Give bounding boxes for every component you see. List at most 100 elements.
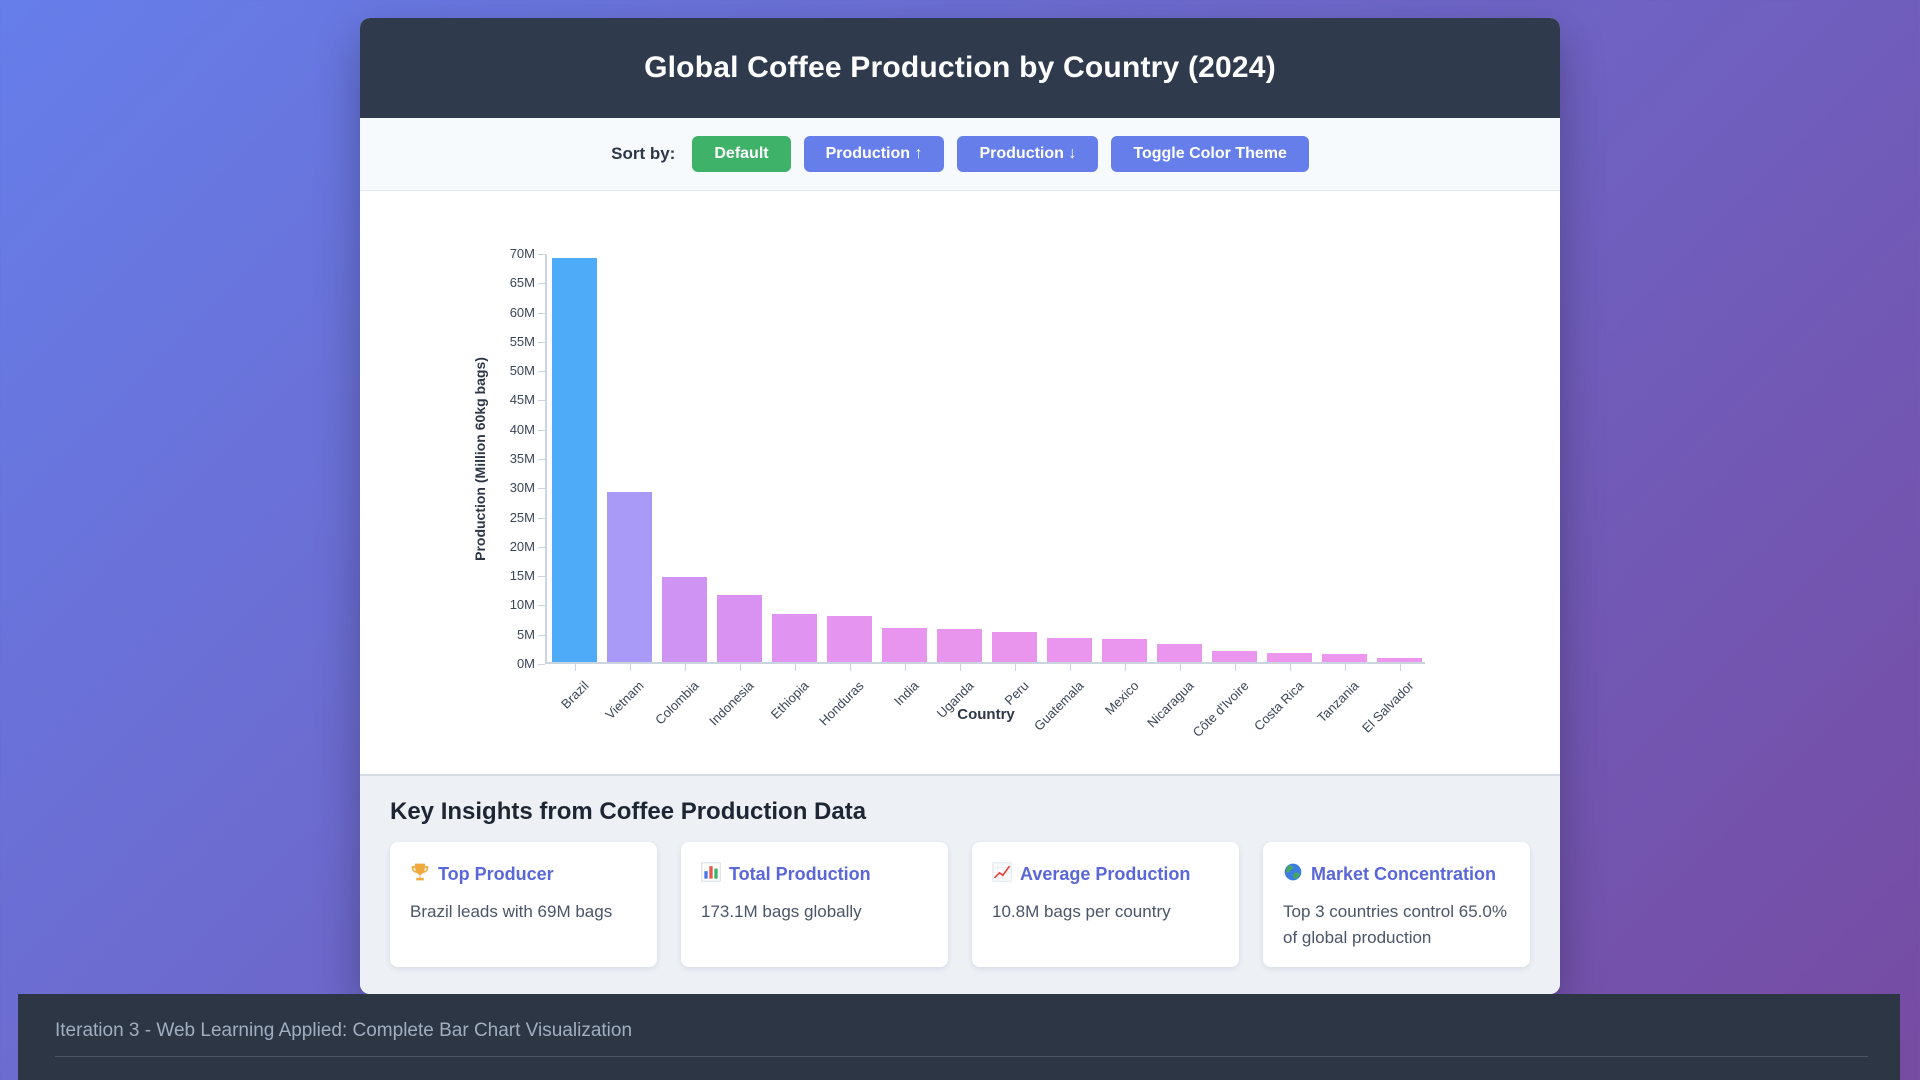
x-tick-label-colombia: Colombia: [652, 678, 701, 727]
y-tick-mark: [538, 459, 545, 460]
y-tick-label: 0M: [491, 656, 535, 672]
x-tick-label-tanzania: Tanzania: [1314, 678, 1361, 725]
y-axis-title: Production (Million 60kg bags): [472, 357, 488, 561]
insight-title: Top Producer: [438, 864, 554, 885]
bar-mexico[interactable]: [1102, 639, 1147, 662]
x-tick-mark: [795, 664, 796, 671]
insight-text: Top 3 countries control 65.0% of global …: [1283, 899, 1510, 951]
bar-brazil[interactable]: [552, 258, 597, 662]
x-tick-label-guatemala: Guatemala: [1031, 678, 1087, 734]
bar-guatemala[interactable]: [1047, 638, 1092, 662]
sort-production-desc-button[interactable]: Production ↓: [957, 136, 1098, 172]
insight-title: Market Concentration: [1311, 864, 1496, 885]
x-tick-mark: [740, 664, 741, 671]
x-tick-mark: [1180, 664, 1181, 671]
y-tick-mark: [538, 664, 545, 665]
y-tick-mark: [538, 254, 545, 255]
x-tick-label-india: India: [891, 678, 922, 709]
y-tick-mark: [538, 313, 545, 314]
x-tick-mark: [905, 664, 906, 671]
bar-vietnam[interactable]: [607, 492, 652, 662]
insight-text: 173.1M bags globally: [701, 899, 928, 925]
x-axis-title: Country: [957, 706, 1015, 723]
insight-text: 10.8M bags per country: [992, 899, 1219, 925]
x-tick-label-peru: Peru: [1001, 678, 1031, 708]
x-tick-label-ethiopia: Ethiopia: [767, 678, 811, 722]
y-tick-mark: [538, 283, 545, 284]
toggle-color-theme-button[interactable]: Toggle Color Theme: [1111, 136, 1308, 172]
y-tick-label: 70M: [491, 246, 535, 262]
footer-divider: [55, 1056, 1868, 1057]
x-tick-label-indonesia: Indonesia: [706, 678, 756, 728]
y-tick-label: 50M: [491, 363, 535, 379]
bar-uganda[interactable]: [937, 629, 982, 662]
y-tick-label: 25M: [491, 510, 535, 526]
trophy-icon: [410, 862, 430, 887]
x-tick-mark: [1125, 664, 1126, 671]
y-tick-mark: [538, 547, 545, 548]
x-tick-mark: [1290, 664, 1291, 671]
sort-toolbar: Sort by: Default Production ↑ Production…: [360, 118, 1560, 191]
sort-default-button[interactable]: Default: [692, 136, 790, 172]
y-tick-mark: [538, 605, 545, 606]
insight-card-average-production: Average Production 10.8M bags per countr…: [972, 842, 1239, 967]
y-tick-mark: [538, 488, 545, 489]
insight-text: Brazil leads with 69M bags: [410, 899, 637, 925]
x-tick-mark: [1345, 664, 1346, 671]
y-tick-mark: [538, 400, 545, 401]
y-tick-mark: [538, 576, 545, 577]
y-tick-label: 5M: [491, 627, 535, 643]
x-tick-mark: [850, 664, 851, 671]
x-tick-label-c-te-d-ivoire: Côte d'Ivoire: [1189, 678, 1251, 740]
x-tick-mark: [960, 664, 961, 671]
coffee-production-panel: Global Coffee Production by Country (202…: [360, 18, 1560, 994]
insight-title: Average Production: [1020, 864, 1190, 885]
x-tick-label-costa-rica: Costa Rica: [1251, 678, 1307, 734]
bar-india[interactable]: [882, 628, 927, 662]
insight-card-market-concentration: Market Concentration Top 3 countries con…: [1263, 842, 1530, 967]
bar-costa-rica[interactable]: [1267, 653, 1312, 662]
x-tick-mark: [1235, 664, 1236, 671]
bar-colombia[interactable]: [662, 577, 707, 662]
bar-chart: Production (Million 60kg bags) Country 0…: [360, 191, 1560, 774]
footer: Iteration 3 - Web Learning Applied: Comp…: [18, 994, 1900, 1080]
y-tick-label: 40M: [491, 422, 535, 438]
footer-caption: Iteration 3 - Web Learning Applied: Comp…: [18, 994, 1900, 1042]
y-tick-label: 45M: [491, 392, 535, 408]
y-tick-label: 60M: [491, 305, 535, 321]
x-tick-mark: [630, 664, 631, 671]
y-tick-mark: [538, 342, 545, 343]
x-tick-label-el-salvador: El Salvador: [1358, 678, 1416, 736]
y-tick-label: 65M: [491, 275, 535, 291]
y-tick-mark: [538, 635, 545, 636]
x-tick-label-honduras: Honduras: [816, 678, 866, 728]
y-tick-mark: [538, 430, 545, 431]
bar-nicaragua[interactable]: [1157, 644, 1202, 662]
panel-header: Global Coffee Production by Country (202…: [360, 18, 1560, 118]
x-tick-label-brazil: Brazil: [558, 678, 592, 712]
x-tick-mark: [1015, 664, 1016, 671]
y-tick-label: 20M: [491, 539, 535, 555]
y-tick-mark: [538, 518, 545, 519]
x-tick-mark: [685, 664, 686, 671]
bar-indonesia[interactable]: [717, 595, 762, 662]
bar-tanzania[interactable]: [1322, 654, 1367, 662]
insights-section: Key Insights from Coffee Production Data…: [360, 774, 1560, 994]
bar-honduras[interactable]: [827, 616, 872, 662]
bar-peru[interactable]: [992, 632, 1037, 662]
globe-icon: [1283, 862, 1303, 887]
bar-c-te-d-ivoire[interactable]: [1212, 651, 1257, 662]
insight-title: Total Production: [729, 864, 871, 885]
y-tick-mark: [538, 371, 545, 372]
page-background: { "header": { "title": "Global Coffee Pr…: [0, 0, 1920, 1080]
bar-el-salvador[interactable]: [1377, 658, 1422, 662]
y-tick-label: 35M: [491, 451, 535, 467]
y-tick-label: 10M: [491, 597, 535, 613]
x-tick-mark: [1070, 664, 1071, 671]
x-tick-mark: [1400, 664, 1401, 671]
bar-ethiopia[interactable]: [772, 614, 817, 662]
y-tick-label: 55M: [491, 334, 535, 350]
sort-production-asc-button[interactable]: Production ↑: [804, 136, 945, 172]
sort-by-label: Sort by:: [611, 144, 675, 164]
x-tick-label-mexico: Mexico: [1101, 678, 1141, 718]
